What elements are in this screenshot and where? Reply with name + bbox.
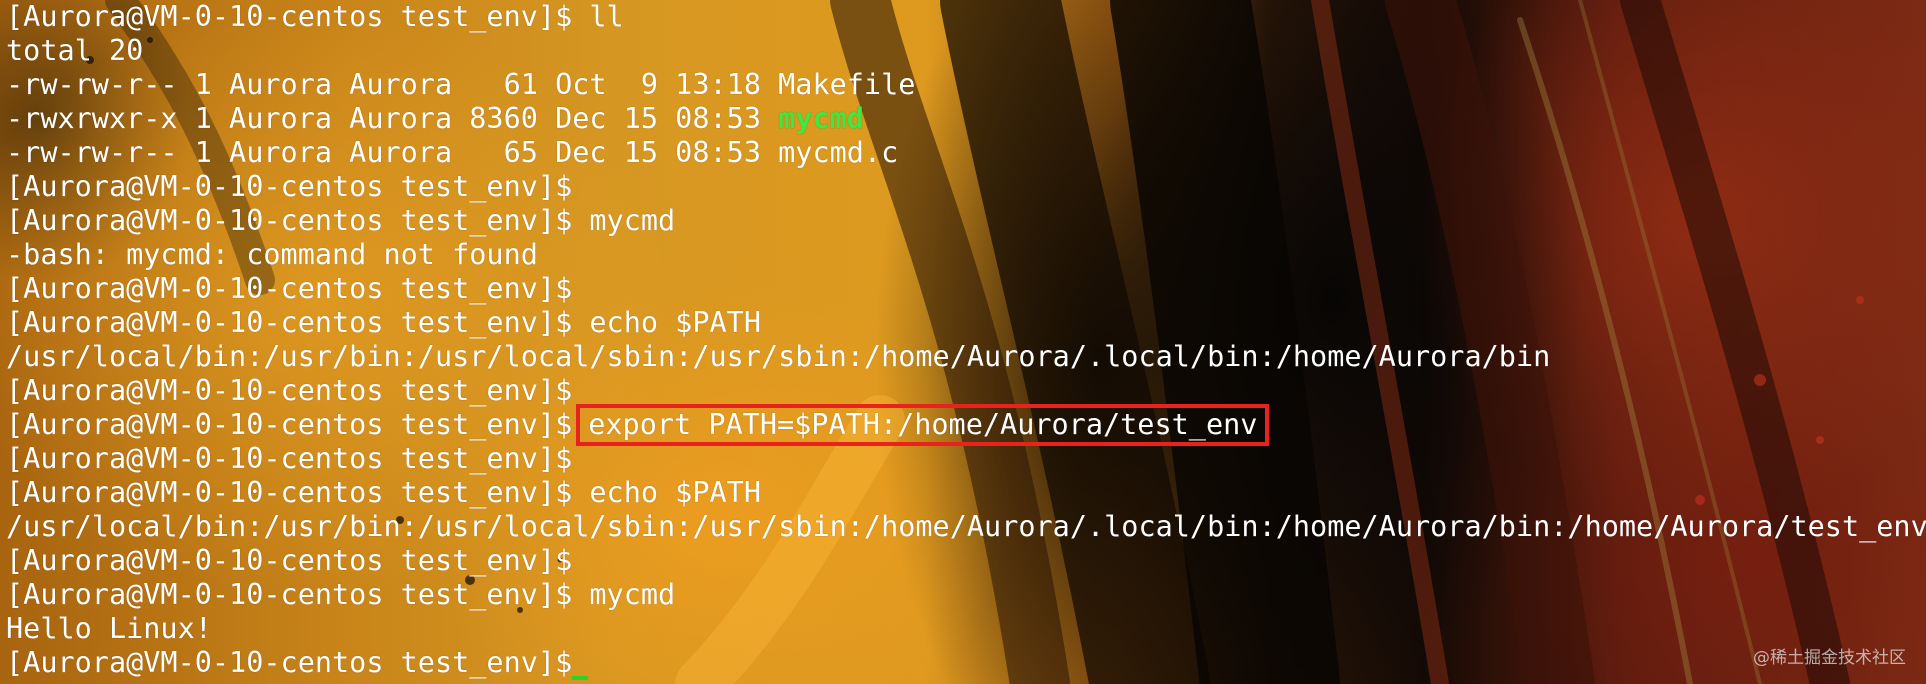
terminal-window[interactable]: [Aurora@VM-0-10-centos test_env]$ ll tota… — [0, 0, 1926, 684]
output-text: Hello Linux! — [6, 612, 212, 645]
text-cursor — [572, 676, 589, 680]
shell-prompt: [Aurora@VM-0-10-centos test_env]$ — [6, 578, 573, 611]
shell-prompt: [Aurora@VM-0-10-centos test_env]$ — [6, 0, 573, 33]
output-text: /usr/local/bin:/usr/bin:/usr/local/sbin:… — [6, 510, 1926, 543]
terminal-line: [Aurora@VM-0-10-centos test_env]$ — [6, 646, 1926, 680]
terminal-line: Hello Linux! — [6, 612, 1926, 646]
terminal-line: [Aurora@VM-0-10-centos test_env]$ mycmd — [6, 204, 1926, 238]
shell-prompt: [Aurora@VM-0-10-centos test_env]$ — [6, 544, 573, 577]
terminal-line: -rwxrwxr-x 1 Aurora Aurora 8360 Dec 15 0… — [6, 102, 1926, 136]
shell-prompt: [Aurora@VM-0-10-centos test_env]$ — [6, 272, 573, 305]
terminal-line: [Aurora@VM-0-10-centos test_env]$ — [6, 374, 1926, 408]
shell-prompt: [Aurora@VM-0-10-centos test_env]$ — [6, 408, 573, 441]
terminal-line: -rw-rw-r-- 1 Aurora Aurora 61 Oct 9 13:1… — [6, 68, 1926, 102]
executable-file-name: mycmd — [778, 102, 864, 135]
command-text: mycmd — [572, 204, 676, 237]
shell-prompt: [Aurora@VM-0-10-centos test_env]$ — [6, 476, 573, 509]
terminal-line: total 20 — [6, 34, 1926, 68]
shell-prompt: [Aurora@VM-0-10-centos test_env]$ — [6, 442, 573, 475]
terminal-line: [Aurora@VM-0-10-centos test_env]$ — [6, 272, 1926, 306]
terminal-line: [Aurora@VM-0-10-centos test_env]$ mycmd — [6, 578, 1926, 612]
highlighted-command: export PATH=$PATH:/home/Aurora/test_env — [576, 404, 1270, 446]
output-text: -rw-rw-r-- 1 Aurora Aurora 61 Oct 9 13:1… — [6, 68, 916, 101]
command-text: ll — [572, 0, 624, 33]
shell-prompt: [Aurora@VM-0-10-centos test_env]$ — [6, 170, 573, 203]
terminal-line: [Aurora@VM-0-10-centos test_env]$ — [6, 544, 1926, 578]
watermark: @稀土掘金技术社区 — [1753, 648, 1906, 668]
terminal-line: -rw-rw-r-- 1 Aurora Aurora 65 Dec 15 08:… — [6, 136, 1926, 170]
terminal-line: -bash: mycmd: command not found — [6, 238, 1926, 272]
terminal-line: [Aurora@VM-0-10-centos test_env]$ echo $… — [6, 476, 1926, 510]
ls-entry-details: -rwxrwxr-x 1 Aurora Aurora 8360 Dec 15 0… — [6, 102, 779, 135]
terminal-line: [Aurora@VM-0-10-centos test_env]$ — [6, 170, 1926, 204]
terminal-line: /usr/local/bin:/usr/bin:/usr/local/sbin:… — [6, 340, 1926, 374]
terminal-output[interactable]: [Aurora@VM-0-10-centos test_env]$ ll tota… — [6, 0, 1926, 680]
shell-prompt: [Aurora@VM-0-10-centos test_env]$ — [6, 374, 573, 407]
output-text: -bash: mycmd: command not found — [6, 238, 538, 271]
terminal-line: [Aurora@VM-0-10-centos test_env]$ ll — [6, 0, 1926, 34]
shell-prompt: [Aurora@VM-0-10-centos test_env]$ — [6, 646, 573, 679]
shell-prompt: [Aurora@VM-0-10-centos test_env]$ — [6, 204, 573, 237]
output-text: total 20 — [6, 34, 144, 67]
command-text: echo $PATH — [572, 476, 761, 509]
output-text: /usr/local/bin:/usr/bin:/usr/local/sbin:… — [6, 340, 1551, 373]
command-text: echo $PATH — [572, 306, 761, 339]
shell-prompt: [Aurora@VM-0-10-centos test_env]$ — [6, 306, 573, 339]
terminal-line: [Aurora@VM-0-10-centos test_env]$ — [6, 442, 1926, 476]
output-text: -rw-rw-r-- 1 Aurora Aurora 65 Dec 15 08:… — [6, 136, 899, 169]
terminal-line: /usr/local/bin:/usr/bin:/usr/local/sbin:… — [6, 510, 1926, 544]
terminal-line: [Aurora@VM-0-10-centos test_env]$ export … — [6, 404, 1926, 446]
command-text: mycmd — [572, 578, 676, 611]
terminal-line: [Aurora@VM-0-10-centos test_env]$ echo $… — [6, 306, 1926, 340]
